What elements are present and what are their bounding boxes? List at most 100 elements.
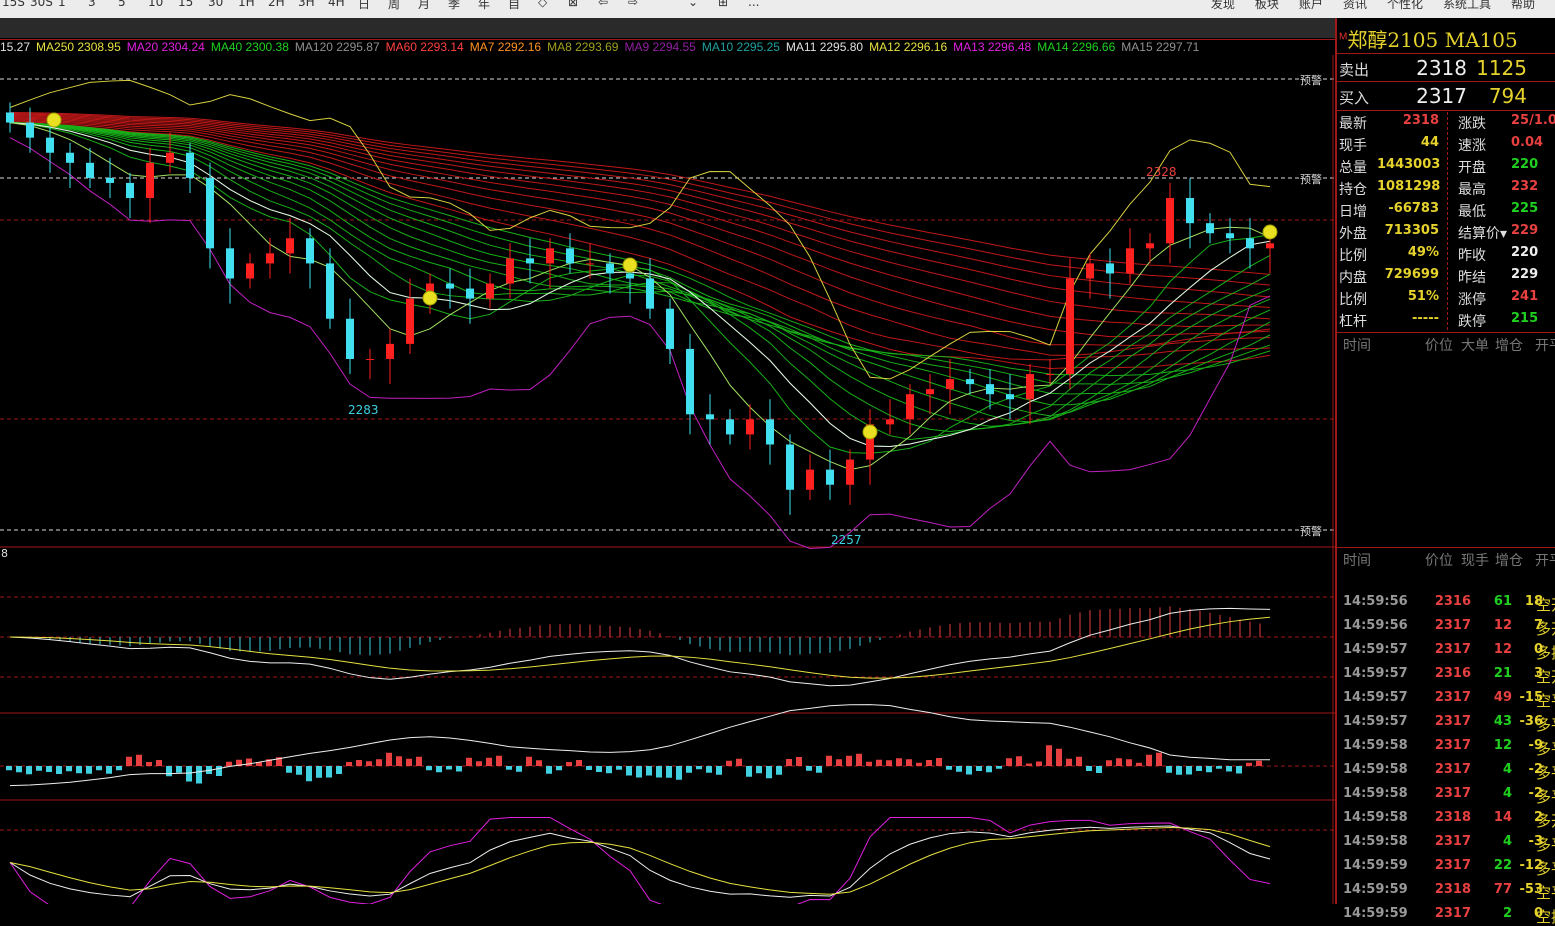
period-button[interactable]: 周 bbox=[388, 0, 400, 12]
trade-row[interactable]: 14:59:5823174-3多平 bbox=[1337, 830, 1555, 854]
candle-body bbox=[626, 273, 634, 279]
stat-label: 速涨 bbox=[1458, 138, 1486, 154]
period-button[interactable]: ⊞ bbox=[718, 0, 728, 9]
candle-body bbox=[566, 248, 574, 264]
kdj-k-line bbox=[9, 825, 1271, 898]
trade-time: 14:59:59 bbox=[1343, 882, 1408, 897]
period-button[interactable]: 3 bbox=[88, 0, 96, 9]
trade-row[interactable]: 14:59:572317120多换 bbox=[1337, 638, 1555, 662]
stat-label: 开盘 bbox=[1458, 160, 1486, 176]
trade-price: 2317 bbox=[1434, 714, 1471, 729]
candle-body bbox=[826, 469, 834, 485]
position-bar bbox=[226, 761, 232, 766]
position-bar bbox=[406, 758, 412, 766]
position-bar bbox=[966, 766, 972, 775]
period-button[interactable]: ... bbox=[748, 0, 759, 9]
position-bar bbox=[146, 762, 152, 766]
trade-row[interactable]: 14:59:59231722-12多平 bbox=[1337, 854, 1555, 878]
trade-price: 2317 bbox=[1434, 834, 1471, 849]
period-button[interactable]: 日 bbox=[358, 0, 370, 12]
menu-item[interactable]: 个性化 bbox=[1387, 0, 1423, 11]
period-button[interactable]: ⇨ bbox=[628, 0, 638, 9]
position-bar bbox=[956, 766, 962, 772]
menu-item[interactable]: 账户 bbox=[1299, 0, 1323, 11]
trade-row[interactable]: 14:59:572316213空开 bbox=[1337, 662, 1555, 686]
candle-body bbox=[486, 283, 494, 299]
menu-item[interactable]: 板块 bbox=[1255, 0, 1279, 11]
position-bar bbox=[936, 758, 942, 766]
trade-price: 2317 bbox=[1434, 642, 1471, 657]
position-bar bbox=[1256, 760, 1262, 766]
period-button[interactable]: 5 bbox=[118, 0, 126, 9]
kline-chart[interactable] bbox=[0, 55, 1335, 904]
position-bar bbox=[786, 759, 792, 766]
position-bar bbox=[746, 766, 752, 777]
position-bar bbox=[726, 760, 732, 766]
period-button[interactable]: 自 bbox=[508, 0, 520, 12]
stat-row: 速涨 0.04 bbox=[1337, 135, 1555, 157]
candle-body bbox=[746, 419, 754, 435]
period-button[interactable]: ◇ bbox=[538, 0, 547, 9]
candle-body bbox=[846, 459, 854, 485]
stat-value: 229 bbox=[1511, 223, 1539, 238]
stat-label: 涨停 bbox=[1458, 292, 1486, 308]
period-button[interactable]: 30S bbox=[30, 0, 53, 9]
candle-body bbox=[886, 419, 894, 425]
period-button[interactable]: 3H bbox=[298, 0, 315, 9]
menu-item[interactable]: 资讯 bbox=[1343, 0, 1367, 11]
position-bar bbox=[836, 759, 842, 766]
period-button[interactable]: ⌃ bbox=[658, 0, 668, 9]
trade-row[interactable]: 14:59:59231720空换 bbox=[1337, 902, 1555, 926]
trade-row[interactable]: 14:59:562317127多开 bbox=[1337, 614, 1555, 638]
period-button[interactable]: 季 bbox=[448, 0, 460, 12]
position-bar bbox=[426, 766, 432, 771]
trade-type: 多平 bbox=[1536, 836, 1555, 854]
candle-body bbox=[606, 263, 614, 274]
trade-row[interactable]: 14:59:582318142多开 bbox=[1337, 806, 1555, 830]
trade-type: 空开 bbox=[1536, 596, 1555, 614]
menu-item[interactable]: 系统工具 bbox=[1443, 0, 1491, 11]
candle-body bbox=[526, 258, 534, 264]
trade-row[interactable]: 14:59:58231712-9多平 bbox=[1337, 734, 1555, 758]
stat-value: 25/1.09 bbox=[1511, 113, 1555, 128]
stat-value: 225 bbox=[1511, 201, 1539, 216]
position-bar bbox=[776, 766, 782, 775]
menu-item[interactable]: 帮助 bbox=[1511, 0, 1535, 11]
period-button[interactable]: ⊠ bbox=[568, 0, 578, 9]
trade-row[interactable]: 14:59:59231877-53空平 bbox=[1337, 878, 1555, 902]
menu-item[interactable]: 发现 bbox=[1211, 0, 1235, 11]
position-bar bbox=[196, 766, 202, 784]
stat-row: 昨收 220 bbox=[1337, 245, 1555, 267]
candle-body bbox=[1066, 278, 1074, 375]
position-bar bbox=[66, 766, 72, 772]
position-bar bbox=[586, 766, 592, 770]
stat-label: 昨结 bbox=[1458, 270, 1486, 286]
title-bar bbox=[0, 18, 1555, 38]
position-bar bbox=[16, 766, 22, 773]
trade-row[interactable]: 14:59:5623166118空开 bbox=[1337, 590, 1555, 614]
trade-volume: 21 bbox=[1493, 666, 1512, 681]
period-button[interactable]: ⌄ bbox=[688, 0, 698, 9]
candle-body bbox=[1206, 223, 1214, 234]
period-button[interactable]: ⇦ bbox=[598, 0, 608, 9]
trade-row[interactable]: 14:59:5823174-2多平 bbox=[1337, 758, 1555, 782]
trade-row[interactable]: 14:59:57231743-36多平 bbox=[1337, 710, 1555, 734]
trade-row[interactable]: 14:59:57231749-15空平 bbox=[1337, 686, 1555, 710]
period-button[interactable]: 月 bbox=[418, 0, 430, 12]
trade-time: 14:59:58 bbox=[1343, 810, 1408, 825]
stat-row: 涨跌 25/1.09 bbox=[1337, 113, 1555, 135]
candle-body bbox=[1026, 374, 1034, 400]
trade-row[interactable]: 14:59:5823174-2多平 bbox=[1337, 782, 1555, 806]
period-button[interactable]: 4H bbox=[328, 0, 345, 9]
period-button[interactable]: 1H bbox=[238, 0, 255, 9]
trade-type: 多平 bbox=[1536, 740, 1555, 758]
period-button[interactable]: 1 bbox=[58, 0, 66, 9]
position-bar bbox=[106, 766, 112, 774]
period-button[interactable]: 年 bbox=[478, 0, 490, 12]
period-button[interactable]: 2H bbox=[268, 0, 285, 9]
period-button[interactable]: 30 bbox=[208, 0, 223, 9]
period-button[interactable]: 10 bbox=[148, 0, 163, 9]
indicator-param-label: 8 bbox=[1, 547, 8, 560]
period-button[interactable]: 15S bbox=[2, 0, 25, 9]
period-button[interactable]: 15 bbox=[178, 0, 193, 9]
